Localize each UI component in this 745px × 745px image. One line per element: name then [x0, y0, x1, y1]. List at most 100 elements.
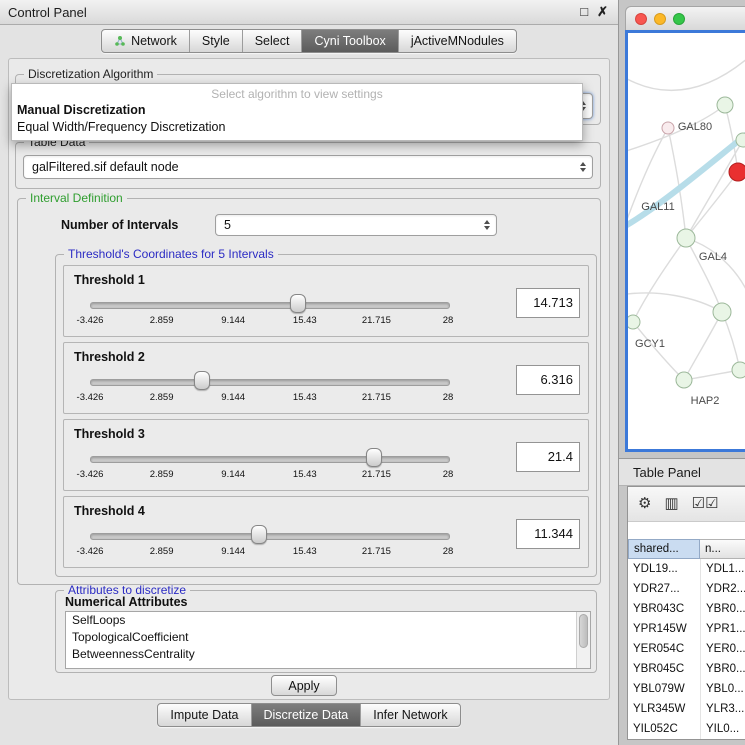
network-edge[interactable] [628, 127, 745, 229]
combobox-stepper-icon[interactable] [580, 162, 586, 172]
column-header-n[interactable]: n... [700, 539, 745, 559]
attribute-item-topologicalcoefficient[interactable]: TopologicalCoefficient [66, 629, 590, 646]
table-toolbar: ⚙ ▥ ☑☑ [628, 487, 745, 522]
top-tab-bar: Network StyleSelectCyni ToolboxjActiveMNo… [101, 29, 517, 53]
network-node[interactable] [717, 97, 733, 113]
threshold-panel-1: Threshold 1-3.4262.8599.14415.4321.71528… [63, 265, 589, 337]
apply-button[interactable]: Apply [271, 675, 337, 696]
table-data-combobox[interactable]: galFiltered.sif default node [23, 155, 593, 179]
bottom-tab-bar: Impute Data Discretize Data Infer Network [157, 703, 460, 727]
threshold-slider-thumb[interactable] [366, 448, 382, 467]
number-of-intervals-combobox[interactable]: 5 [215, 214, 497, 236]
threshold-value-field[interactable]: 11.344 [516, 519, 580, 549]
tab-cyni-toolbox[interactable]: Cyni Toolbox [301, 30, 397, 52]
tick-label: 21.715 [362, 469, 391, 480]
threshold-slider-track[interactable] [90, 379, 450, 386]
table-row[interactable]: YBR043CYBR0... [628, 599, 745, 619]
threshold-slider-track[interactable] [90, 533, 450, 540]
table-cell: YER054C [628, 639, 700, 659]
tab-style[interactable]: Style [189, 30, 242, 52]
threshold-slider-thumb[interactable] [290, 294, 306, 313]
minimize-traffic-light-icon[interactable] [654, 13, 666, 25]
network-edge[interactable] [628, 51, 745, 90]
top-tab-row: Network StyleSelectCyni ToolboxjActiveMNo… [0, 29, 618, 53]
algorithm-option-manual-discretization[interactable]: Manual Discretization [12, 102, 582, 119]
network-edge[interactable] [633, 238, 686, 322]
network-edge[interactable] [686, 140, 743, 238]
table-row[interactable]: YPR145WYPR1... [628, 619, 745, 639]
threshold-value-field[interactable]: 6.316 [516, 365, 580, 395]
threshold-value-field[interactable]: 14.713 [516, 288, 580, 318]
network-node[interactable] [729, 163, 745, 181]
settings-gear-icon[interactable]: ⚙ [638, 496, 651, 512]
right-pane: GAL80GAL11GAL4GCY1HAP2 Table Panel ⚙▥☑☑ … [619, 0, 745, 745]
table-row[interactable]: YDR27...YDR2... [628, 579, 745, 599]
zoom-traffic-light-icon[interactable] [673, 13, 685, 25]
network-edge[interactable] [684, 312, 722, 380]
network-canvas[interactable]: GAL80GAL11GAL4GCY1HAP2 [625, 30, 745, 452]
threshold-slider-track[interactable] [90, 302, 450, 309]
network-graph: GAL80GAL11GAL4GCY1HAP2 [628, 33, 745, 449]
window-title: Control Panel [8, 5, 87, 20]
threshold-slider-thumb[interactable] [251, 525, 267, 544]
tab-network[interactable]: Network [102, 30, 189, 52]
control-panel-window: Control Panel □ ✗ Network StyleSelectCyni… [0, 0, 619, 745]
table-row[interactable]: YIL052CYIL0... [628, 719, 745, 739]
network-edge[interactable] [684, 370, 740, 380]
tab-label: Network [131, 34, 177, 48]
float-window-icon[interactable]: □ [580, 5, 588, 19]
node-label-gal11: GAL11 [641, 201, 674, 213]
tab-impute-data[interactable]: Impute Data [158, 704, 250, 726]
tick-label: 2.859 [150, 546, 174, 557]
tick-label: -3.426 [77, 392, 104, 403]
tab-infer-network[interactable]: Infer Network [360, 704, 459, 726]
table-row[interactable]: YLR345WYLR3... [628, 699, 745, 719]
network-node[interactable] [732, 362, 745, 378]
table-row[interactable]: YBR045CYBR0... [628, 659, 745, 679]
tab-discretize-data[interactable]: Discretize Data [251, 704, 361, 726]
network-edge[interactable] [633, 322, 684, 380]
combobox-stepper-icon[interactable] [484, 220, 490, 230]
show-columns-icon[interactable]: ☑☑ [692, 496, 719, 512]
network-node[interactable] [662, 122, 674, 134]
table-row[interactable]: YER054CYER0... [628, 639, 745, 659]
threshold-panel-4: Threshold 4-3.4262.8599.14415.4321.71528… [63, 496, 589, 568]
algorithm-option-equal-width-frequency-discretization[interactable]: Equal Width/Frequency Discretization [12, 119, 582, 136]
tab-jactivemnodules[interactable]: jActiveMNodules [398, 30, 516, 52]
column-layout-icon[interactable]: ▥ [664, 496, 678, 512]
table-row[interactable]: YBL079WYBL0... [628, 679, 745, 699]
table-cell: YBR0... [700, 599, 745, 619]
network-node[interactable] [628, 315, 640, 329]
threshold-label: Threshold 3 [74, 427, 145, 441]
numerical-attributes-list[interactable]: SelfLoopsTopologicalCoefficientBetweenne… [65, 611, 591, 669]
attribute-item-betweennesscentrality[interactable]: BetweennessCentrality [66, 646, 590, 663]
tab-select[interactable]: Select [242, 30, 302, 52]
table-cell: YPR145W [628, 619, 700, 639]
tick-label: 15.43 [293, 392, 317, 403]
numerical-attributes-label: Numerical Attributes [65, 595, 187, 609]
close-window-icon[interactable]: ✗ [597, 5, 608, 19]
attribute-item-selfloops[interactable]: SelfLoops [66, 612, 590, 629]
tab-label: Discretize Data [264, 708, 349, 722]
thresholds-group-title: Threshold's Coordinates for 5 Intervals [64, 247, 278, 261]
table-row[interactable]: YDL19...YDL1... [628, 559, 745, 579]
threshold-slider-thumb[interactable] [194, 371, 210, 390]
interval-definition-title: Interval Definition [26, 191, 127, 205]
network-node[interactable] [677, 229, 695, 247]
close-traffic-light-icon[interactable] [635, 13, 647, 25]
threshold-value-field[interactable]: 21.4 [516, 442, 580, 472]
scrollbar-thumb[interactable] [579, 614, 588, 648]
network-node[interactable] [676, 372, 692, 388]
network-node[interactable] [713, 303, 731, 321]
column-header-shared[interactable]: shared... [628, 539, 700, 559]
network-edge[interactable] [686, 238, 722, 312]
network-node[interactable] [736, 133, 745, 147]
algorithm-dropdown-popup: Select algorithm to view settings Manual… [11, 83, 583, 141]
list-scrollbar[interactable] [576, 612, 590, 668]
network-edge[interactable] [628, 293, 722, 312]
network-edge[interactable] [686, 172, 738, 238]
threshold-slider-track[interactable] [90, 456, 450, 463]
table-data-combobox-value: galFiltered.sif default node [32, 160, 179, 174]
table-panel-window: ⚙ ▥ ☑☑ shared...n... YDL19...YDL1...YDR27.… [627, 486, 745, 740]
node-label-gal4: GAL4 [699, 251, 727, 263]
